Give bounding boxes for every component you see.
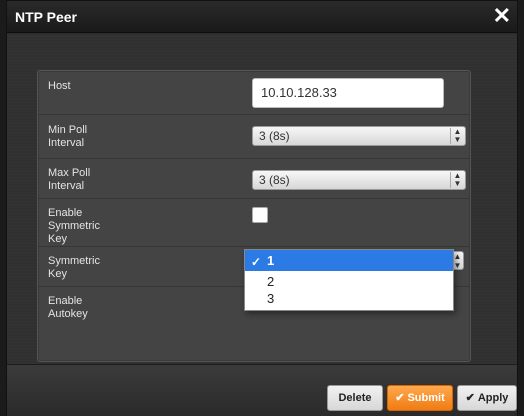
min-poll-label: Min Poll Interval <box>48 124 88 149</box>
enable-symmetric-key-label: Enable Symmetric Key <box>48 207 100 245</box>
select-stepper-icon: ▲ ▼ <box>450 172 464 188</box>
option-label: 2 <box>267 274 275 289</box>
apply-button[interactable]: ✔ Apply <box>457 385 517 411</box>
close-icon[interactable]: ✕ <box>493 4 511 28</box>
apply-label: Apply <box>477 392 509 404</box>
dialog-titlebar: NTP Peer ✕ <box>7 1 517 33</box>
max-poll-label: Max Poll Interval <box>48 167 91 192</box>
enable-symmetric-key-checkbox[interactable] <box>252 207 268 223</box>
host-input[interactable]: 10.10.128.33 <box>252 78 444 108</box>
dropdown-option[interactable]: 2 <box>245 274 453 290</box>
enable-autokey-label: Enable Autokey <box>48 295 88 320</box>
form-panel: Host 10.10.128.33 Min Poll Interval 3 (8… <box>37 70 471 362</box>
select-stepper-icon: ▲ ▼ <box>450 128 464 144</box>
enable-symmetric-key-row: Enable Symmetric Key <box>38 199 470 247</box>
dialog-title: NTP Peer <box>15 9 77 25</box>
option-label: 1 <box>267 253 275 268</box>
max-poll-value: 3 (8s) <box>259 173 290 187</box>
check-icon: ✓ <box>251 255 262 269</box>
dropdown-option[interactable]: 3 <box>245 291 453 307</box>
check-icon: ✔ <box>465 392 475 404</box>
max-poll-row: Max Poll Interval 3 (8s) ▲ ▼ <box>38 159 470 199</box>
check-icon: ✔ <box>395 392 405 404</box>
host-row: Host 10.10.128.33 <box>38 71 470 115</box>
dropdown-option[interactable]: ✓ 1 <box>245 253 453 269</box>
min-poll-value: 3 (8s) <box>259 129 290 143</box>
submit-label: Submit <box>407 392 445 404</box>
submit-button[interactable]: ✔ Submit <box>387 385 453 411</box>
dialog-footer: Delete ✔ Submit ✔ Apply <box>7 364 517 416</box>
symmetric-key-label: Symmetric Key <box>48 255 100 280</box>
option-label: 3 <box>267 291 275 306</box>
max-poll-select[interactable]: 3 (8s) ▲ ▼ <box>252 170 466 190</box>
symmetric-key-dropdown[interactable]: ✓ 1 2 3 <box>244 249 454 311</box>
delete-button[interactable]: Delete <box>327 385 383 411</box>
dialog-body: Host 10.10.128.33 Min Poll Interval 3 (8… <box>7 34 517 364</box>
min-poll-row: Min Poll Interval 3 (8s) ▲ ▼ <box>38 115 470 159</box>
ntp-peer-dialog: NTP Peer ✕ Host 10.10.128.33 Min Poll In… <box>6 0 518 416</box>
min-poll-select[interactable]: 3 (8s) ▲ ▼ <box>252 126 466 146</box>
host-label: Host <box>48 80 71 92</box>
